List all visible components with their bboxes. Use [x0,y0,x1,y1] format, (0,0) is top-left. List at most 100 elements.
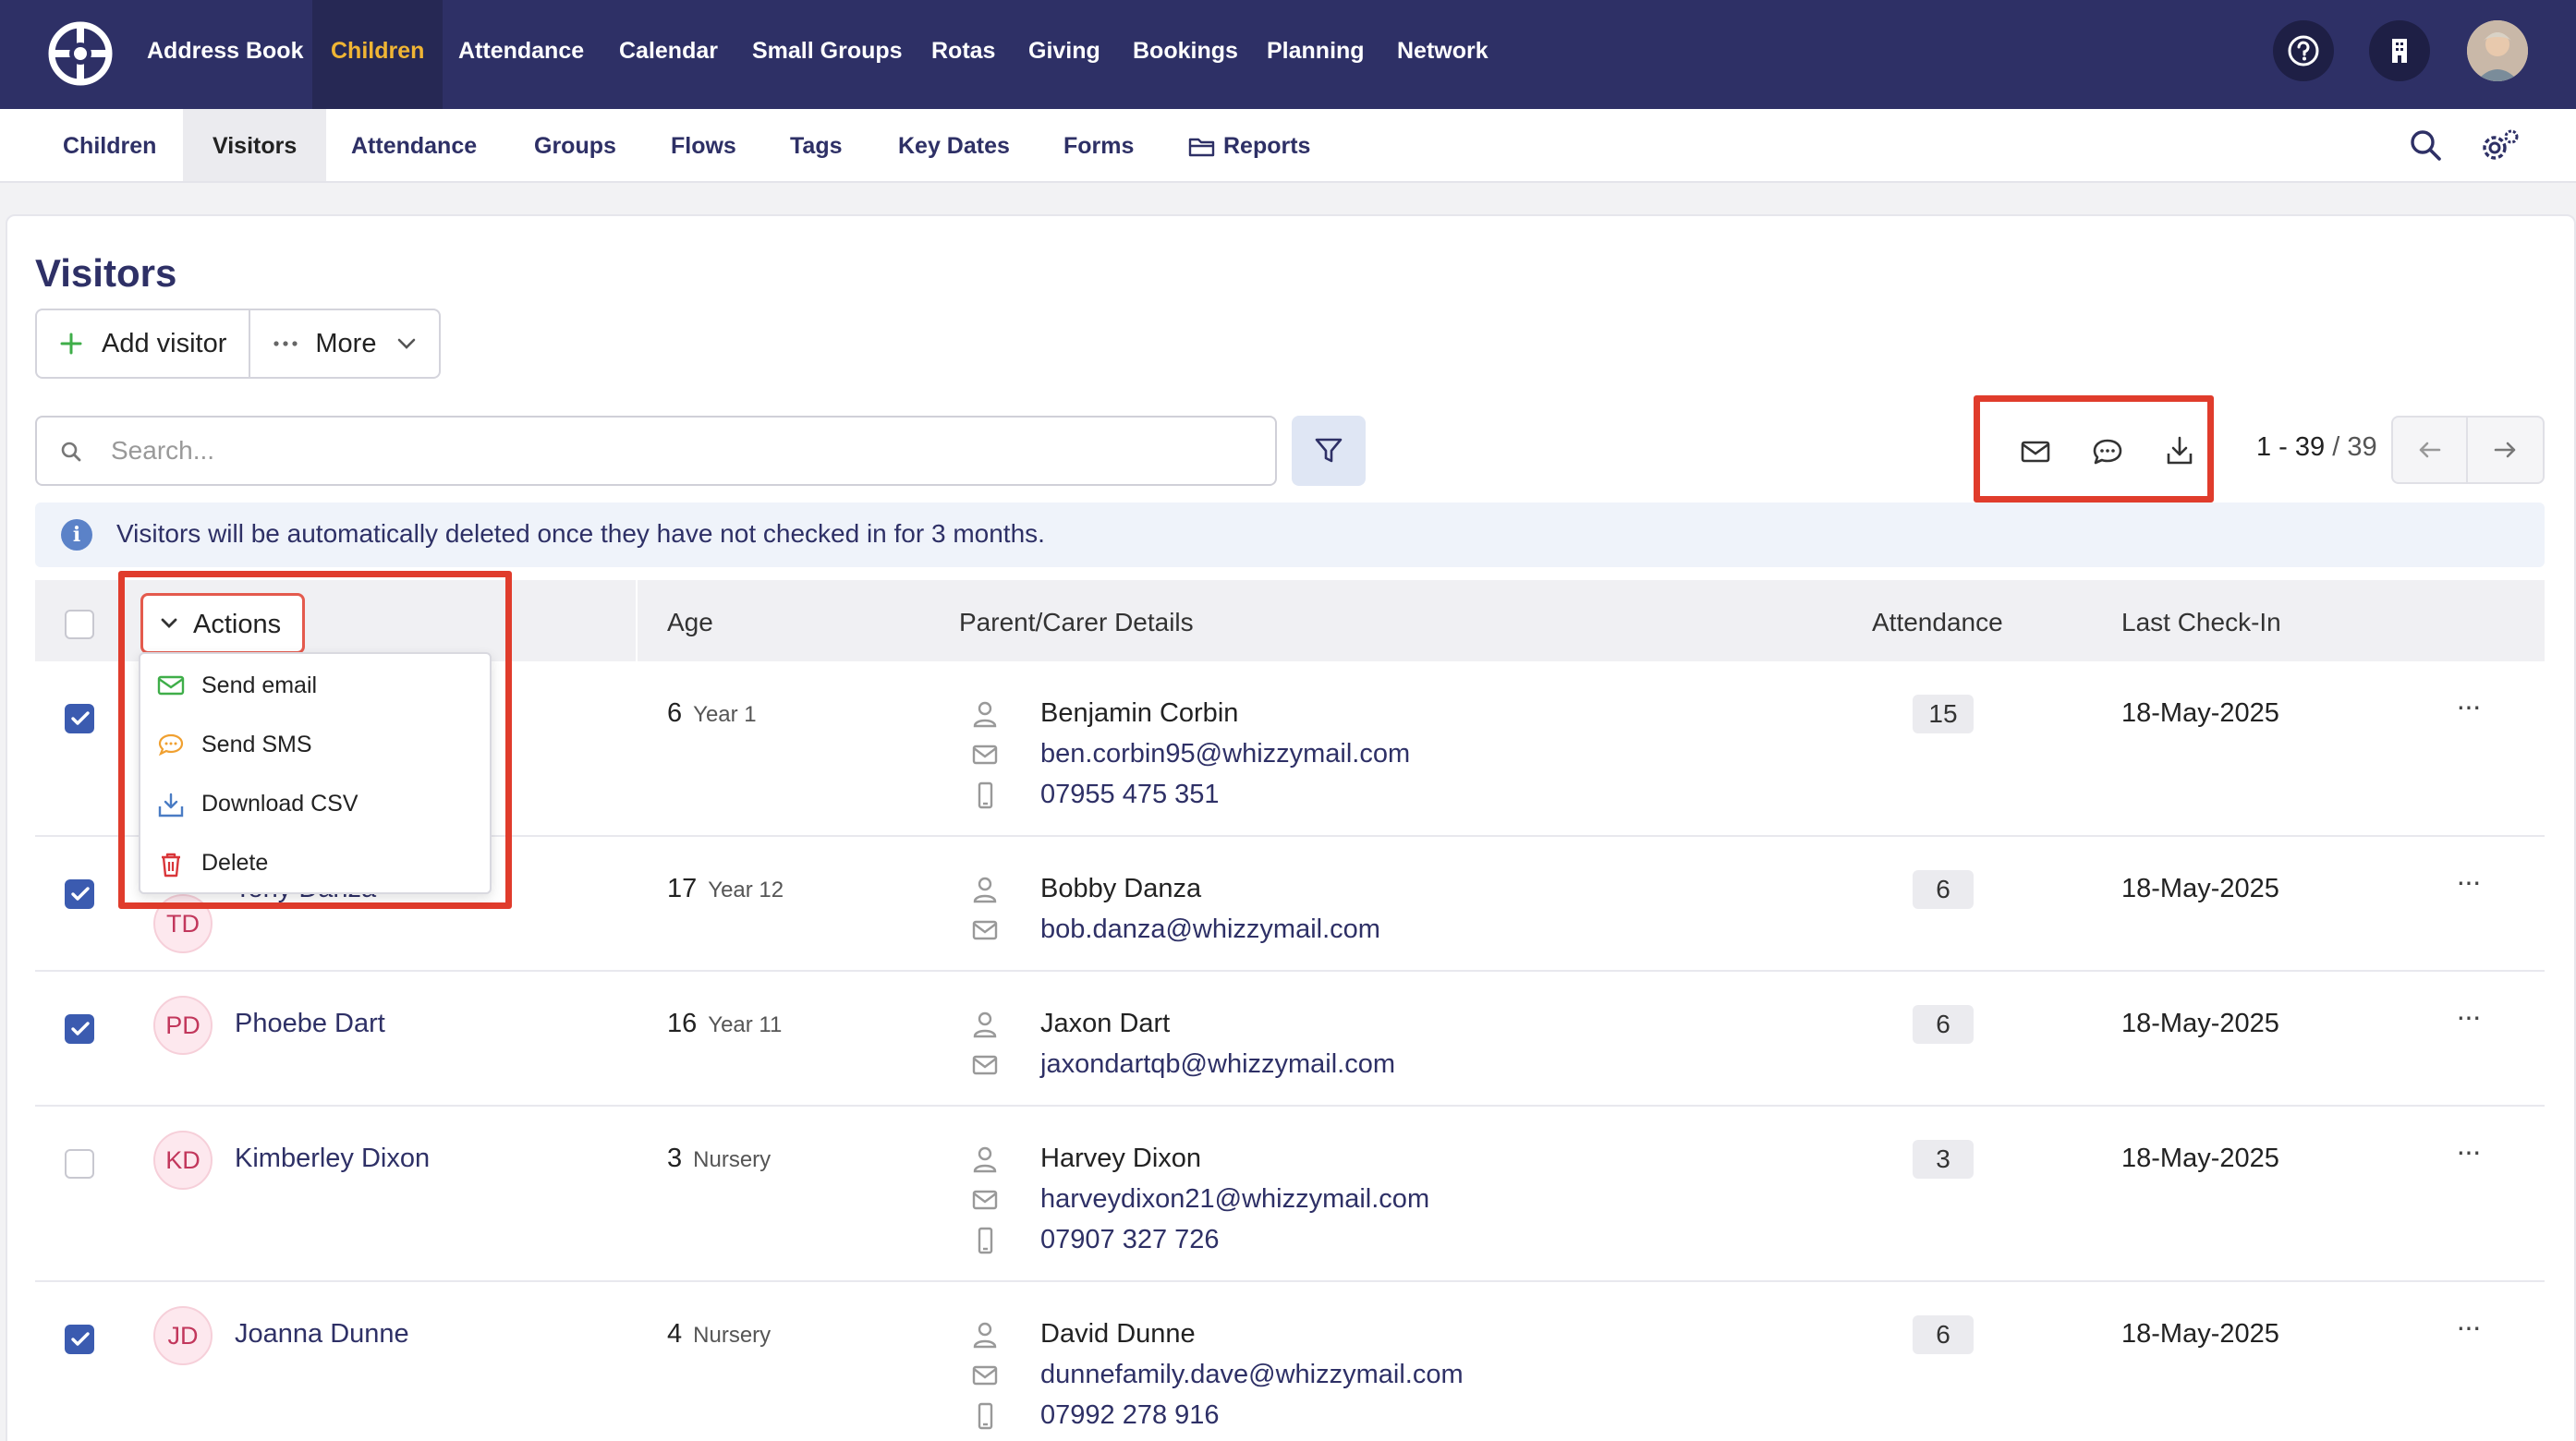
subnav-children[interactable]: Children [33,109,186,181]
topnav-rotas[interactable]: Rotas [913,0,1014,109]
previous-page-button[interactable] [2393,418,2468,482]
parent-email-link[interactable]: jaxondartqb@whizzymail.com [1040,1049,1395,1080]
row-checkbox[interactable] [65,1149,94,1179]
more-button[interactable]: More [249,310,439,377]
parent-email-link[interactable]: ben.corbin95@whizzymail.com [1040,739,1410,769]
menu-download-csv[interactable]: Download CSV [140,774,490,833]
subnav-key-dates[interactable]: Key Dates [869,109,1039,181]
attendance-count: 6 [1913,870,1974,909]
download-icon[interactable] [2161,433,2198,470]
parent-email-link[interactable]: dunnefamily.dave@whizzymail.com [1040,1360,1464,1390]
select-all-checkbox[interactable] [65,610,94,639]
topnav-calendar[interactable]: Calendar [601,0,736,109]
table-row[interactable]: JD Joanna Dunne 4 Nursery David Dunne dun… [35,1282,2545,1441]
filter-button[interactable] [1292,416,1366,486]
age-value: 16 [667,1009,698,1038]
download-icon [158,793,184,817]
visitor-name-link[interactable]: Phoebe Dart [235,1009,385,1039]
row-menu-button[interactable]: ··· [2456,999,2482,1034]
subnav-flows[interactable]: Flows [641,109,766,181]
top-navigation-bar: Address Book Children Attendance Calenda… [0,0,2576,109]
school-year: Year 11 [708,1012,783,1037]
menu-download-csv-label: Download CSV [201,791,358,817]
topnav-bookings[interactable]: Bookings [1114,0,1257,109]
next-page-button[interactable] [2468,418,2543,482]
row-checkbox[interactable] [65,1014,94,1044]
row-checkbox[interactable] [65,879,94,909]
last-checkin-date: 18-May-2025 [2121,874,2279,903]
age-value: 6 [667,698,683,728]
topnav-attendance[interactable]: Attendance [440,0,602,109]
row-menu-button[interactable]: ··· [2456,689,2482,723]
settings-gear-icon[interactable] [2480,127,2521,164]
more-label: More [315,328,377,358]
header-last-checkin[interactable]: Last Check-In [2121,608,2281,637]
app-logo-icon[interactable] [48,21,113,86]
menu-send-sms-label: Send SMS [201,732,312,757]
search-field[interactable]: Search... [35,416,1277,486]
topnav-network[interactable]: Network [1379,0,1507,109]
menu-send-sms[interactable]: Send SMS [140,715,490,774]
menu-delete[interactable]: Delete [140,833,490,892]
parent-phone-link[interactable]: 07907 327 726 [1040,1225,1220,1255]
subnav-visitors[interactable]: Visitors [183,109,327,181]
checkmark-icon [71,1022,90,1035]
row-menu-button[interactable]: ··· [2456,1134,2482,1169]
parent-phone-link[interactable]: 07955 475 351 [1040,780,1220,810]
pagination-count: 1 - 39 / 39 [2256,432,2377,463]
topnav-children[interactable]: Children [312,0,444,109]
envelope-icon [972,1055,998,1075]
header-attendance[interactable]: Attendance [1872,608,2003,637]
row-checkbox[interactable] [65,704,94,733]
topnav-giving[interactable]: Giving [1010,0,1119,109]
attendance-count: 15 [1913,695,1974,733]
table-row[interactable]: PD Phoebe Dart 16 Year 11 Jaxon Dart jaxo… [35,972,2545,1107]
parent-name: Benjamin Corbin [1040,698,1239,728]
envelope-icon [972,920,998,940]
user-avatar[interactable] [2467,20,2528,81]
attendance-count: 3 [1913,1140,1974,1179]
visitor-name-link[interactable]: Kimberley Dixon [235,1144,430,1174]
header-age[interactable]: Age [667,608,713,637]
parent-phone-link[interactable]: 07992 278 916 [1040,1400,1220,1431]
add-visitor-button[interactable]: Add visitor [37,310,249,377]
organisation-button[interactable] [2369,20,2430,81]
menu-delete-label: Delete [201,850,269,876]
age-value: 4 [667,1319,683,1349]
parent-name: Harvey Dixon [1040,1144,1202,1173]
email-icon[interactable] [2017,433,2054,470]
visitor-avatar: KD [153,1131,213,1190]
age-cell: 16 Year 11 [667,1009,782,1039]
visitor-name-link[interactable]: Joanna Dunne [235,1319,409,1350]
topnav-small-groups[interactable]: Small Groups [734,0,921,109]
arrow-left-icon [2419,442,2441,458]
table-row[interactable]: KD Kimberley Dixon 3 Nursery Harvey Dixon… [35,1107,2545,1282]
ellipsis-icon [273,341,298,346]
sms-chat-icon[interactable] [2089,433,2126,470]
last-checkin-date: 18-May-2025 [2121,1144,2279,1173]
subnav-attendance[interactable]: Attendance [322,109,506,181]
sms-chat-icon [158,733,184,757]
actions-dropdown-button[interactable]: Actions [140,593,305,654]
row-checkbox[interactable] [65,1325,94,1354]
topnav-address-book[interactable]: Address Book [128,0,322,109]
filter-icon [1315,438,1343,463]
page-actions-group: Add visitor More [35,309,442,379]
subnav-groups[interactable]: Groups [504,109,646,181]
parent-email-link[interactable]: bob.danza@whizzymail.com [1040,914,1380,945]
header-parent-carer[interactable]: Parent/Carer Details [959,608,1194,637]
subnav-tags[interactable]: Tags [760,109,872,181]
trash-icon [162,853,180,878]
subnav-forms[interactable]: Forms [1034,109,1163,181]
search-icon[interactable] [2408,127,2443,163]
row-menu-button[interactable]: ··· [2456,865,2482,899]
row-menu-button[interactable]: ··· [2456,1310,2482,1344]
person-icon [973,877,997,903]
menu-send-email[interactable]: Send email [140,656,490,715]
age-cell: 6 Year 1 [667,698,757,729]
user-photo-icon [2467,20,2528,81]
help-button[interactable] [2273,20,2334,81]
subnav-reports[interactable]: Reports [1159,109,1340,181]
parent-email-link[interactable]: harveydixon21@whizzymail.com [1040,1184,1429,1215]
topnav-planning[interactable]: Planning [1248,0,1383,109]
